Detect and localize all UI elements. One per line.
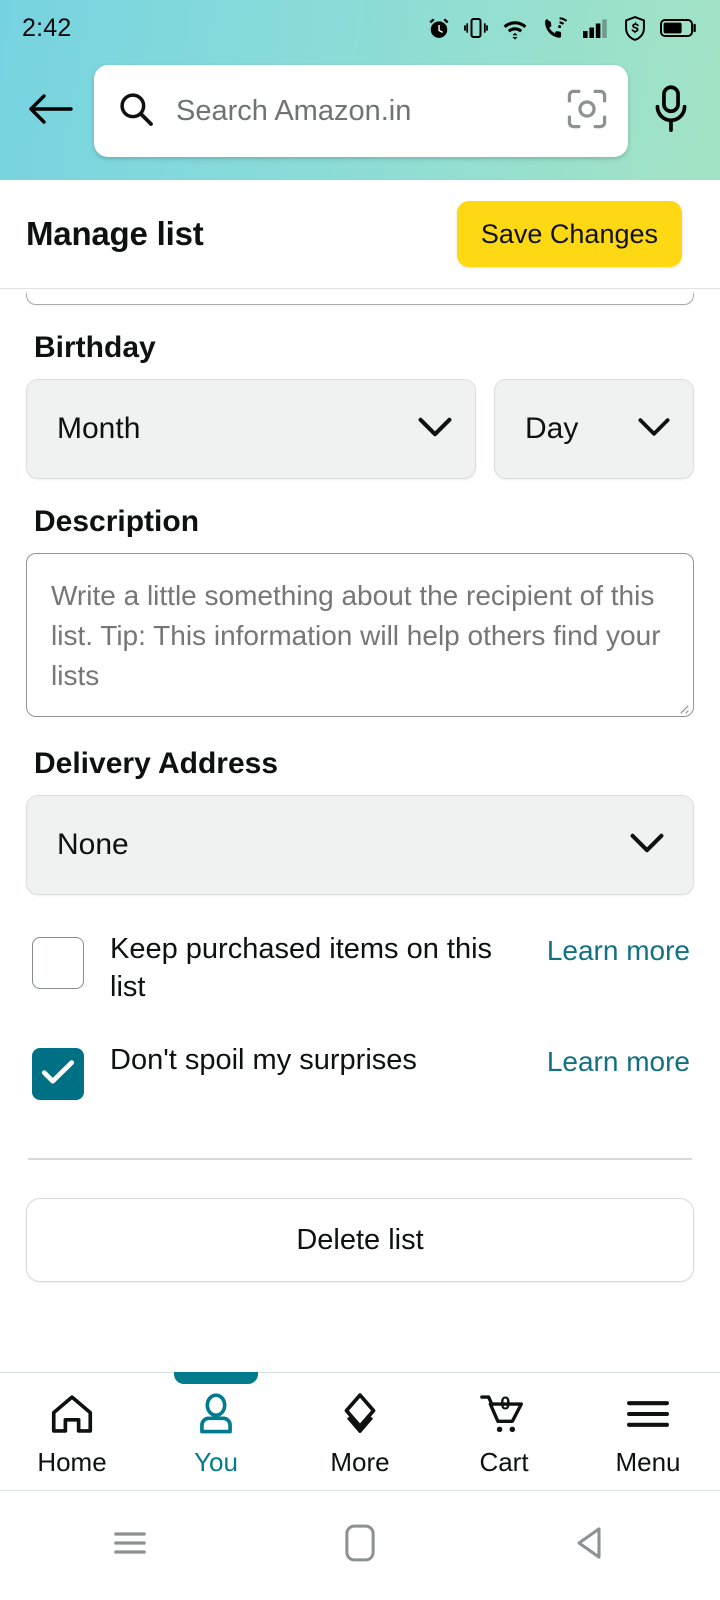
page-title: Manage list xyxy=(26,215,204,252)
search-bar[interactable]: Search Amazon.in xyxy=(94,65,628,157)
status-bar: 2:42 xyxy=(0,0,720,56)
system-navigation-bar xyxy=(0,1490,720,1600)
nav-label-cart: Cart xyxy=(479,1446,529,1477)
description-label: Description xyxy=(34,505,200,538)
chevron-down-icon xyxy=(637,415,671,444)
microphone-icon xyxy=(651,84,691,138)
battery-icon xyxy=(660,17,698,39)
shield-dollar-icon xyxy=(622,15,648,42)
status-icon-group xyxy=(426,15,698,42)
birthday-month-value: Month xyxy=(57,412,141,445)
description-textarea[interactable]: Write a little something about the recip… xyxy=(26,553,694,717)
dont-spoil-label: Don't spoil my surprises xyxy=(110,1044,417,1077)
keep-purchased-label: Keep purchased items on this list xyxy=(110,933,493,1003)
dont-spoil-checkbox[interactable] xyxy=(32,1048,84,1101)
status-time: 2:42 xyxy=(22,13,72,42)
nav-item-you[interactable]: You xyxy=(144,1372,288,1490)
search-row: Search Amazon.in xyxy=(0,56,720,180)
chevrons-down-icon xyxy=(337,1389,383,1439)
delivery-address-value: None xyxy=(57,828,129,861)
home-square-icon xyxy=(343,1523,377,1568)
wifi-calling-icon xyxy=(542,15,570,41)
home-button[interactable] xyxy=(325,1511,395,1581)
checkmark-icon xyxy=(41,1058,75,1091)
voice-search-button[interactable] xyxy=(640,80,702,142)
nav-label-home: Home xyxy=(37,1446,107,1477)
form-scroll-area[interactable]: Birthday Month Day Description Write a l… xyxy=(0,288,720,1372)
birthday-day-select[interactable]: Day xyxy=(494,379,694,479)
keep-purchased-learn-more-link[interactable]: Learn more xyxy=(547,931,690,967)
nav-item-home[interactable]: Home xyxy=(0,1373,144,1490)
delete-list-button[interactable]: Delete list xyxy=(26,1198,694,1283)
back-triangle-icon xyxy=(573,1525,607,1566)
keep-purchased-checkbox[interactable] xyxy=(32,937,84,989)
header-divider xyxy=(0,288,720,289)
vibrate-icon xyxy=(464,15,488,41)
camera-lens-icon[interactable] xyxy=(564,86,610,137)
nav-item-menu[interactable]: Menu xyxy=(576,1373,720,1490)
back-button[interactable] xyxy=(18,79,82,143)
resize-grip-icon[interactable] xyxy=(675,700,689,714)
chevron-down-icon xyxy=(629,831,665,860)
person-icon xyxy=(193,1389,239,1439)
alarm-icon xyxy=(426,15,452,41)
active-tab-indicator xyxy=(174,1372,258,1384)
page-header: Manage list Save Changes xyxy=(0,180,720,288)
wifi-icon xyxy=(500,15,530,41)
birthday-label: Birthday xyxy=(34,331,156,364)
option-row-keep-purchased[interactable]: Keep purchased items on this list Learn … xyxy=(26,931,694,1006)
delivery-address-row: None xyxy=(26,795,694,895)
home-icon xyxy=(49,1389,95,1439)
delivery-address-select[interactable]: None xyxy=(26,795,694,895)
chevron-down-icon xyxy=(417,415,453,444)
nav-label-more: More xyxy=(330,1446,390,1477)
dont-spoil-learn-more-link[interactable]: Learn more xyxy=(547,1042,690,1078)
nav-item-cart[interactable]: 0 Cart xyxy=(432,1373,576,1490)
save-changes-button[interactable]: Save Changes xyxy=(456,201,682,267)
delivery-address-label: Delivery Address xyxy=(34,747,279,780)
nav-item-more[interactable]: More xyxy=(288,1373,432,1490)
back-button-system[interactable] xyxy=(555,1511,625,1581)
nav-label-menu: Menu xyxy=(615,1446,681,1477)
birthday-month-select[interactable]: Month xyxy=(26,379,476,479)
recents-icon xyxy=(112,1528,148,1563)
signal-bars-icon xyxy=(582,15,610,41)
app-root: 2:42 Search Amazon.in Manage list Save C… xyxy=(0,0,720,1600)
search-icon xyxy=(116,89,156,134)
app-header: 2:42 Search Amazon.in xyxy=(0,0,720,180)
bottom-navigation: Home You More 0 Cart Menu xyxy=(0,1372,720,1490)
back-arrow-icon xyxy=(27,90,73,133)
cart-icon: 0 xyxy=(478,1389,530,1439)
birthday-day-value: Day xyxy=(525,412,579,445)
scrolled-off-field[interactable] xyxy=(26,293,694,305)
search-input[interactable]: Search Amazon.in xyxy=(156,96,564,126)
cart-count-text: 0 xyxy=(500,1393,510,1413)
description-placeholder: Write a little something about the recip… xyxy=(51,580,661,691)
recents-button[interactable] xyxy=(95,1511,165,1581)
hamburger-icon xyxy=(625,1389,671,1439)
option-row-dont-spoil[interactable]: Don't spoil my surprises Learn more xyxy=(26,1042,694,1101)
section-separator xyxy=(28,1158,692,1161)
birthday-row: Month Day xyxy=(26,379,694,479)
nav-label-you: You xyxy=(194,1446,238,1477)
